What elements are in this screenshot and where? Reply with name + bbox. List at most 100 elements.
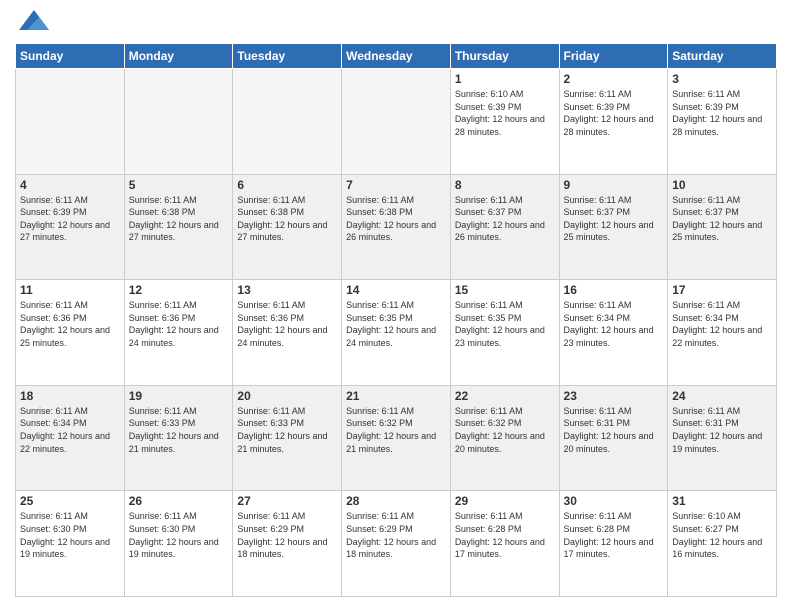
day-number: 8 (455, 178, 555, 192)
calendar-header-monday: Monday (124, 44, 233, 69)
day-info: Sunrise: 6:11 AMSunset: 6:33 PMDaylight:… (237, 405, 337, 455)
calendar-week-row: 1 Sunrise: 6:10 AMSunset: 6:39 PMDaylight… (16, 69, 777, 175)
day-number: 31 (672, 494, 772, 508)
day-info: Sunrise: 6:11 AMSunset: 6:31 PMDaylight:… (672, 405, 772, 455)
calendar-day-cell: 30 Sunrise: 6:11 AMSunset: 6:28 PMDayligh… (559, 491, 668, 597)
calendar-week-row: 18 Sunrise: 6:11 AMSunset: 6:34 PMDayligh… (16, 385, 777, 491)
day-info: Sunrise: 6:11 AMSunset: 6:36 PMDaylight:… (20, 299, 120, 349)
day-info: Sunrise: 6:11 AMSunset: 6:36 PMDaylight:… (237, 299, 337, 349)
page: SundayMondayTuesdayWednesdayThursdayFrid… (0, 0, 792, 612)
calendar-day-cell: 1 Sunrise: 6:10 AMSunset: 6:39 PMDaylight… (450, 69, 559, 175)
day-number: 10 (672, 178, 772, 192)
day-number: 19 (129, 389, 229, 403)
day-number: 30 (564, 494, 664, 508)
calendar-day-cell: 11 Sunrise: 6:11 AMSunset: 6:36 PMDayligh… (16, 280, 125, 386)
calendar-day-cell: 9 Sunrise: 6:11 AMSunset: 6:37 PMDaylight… (559, 174, 668, 280)
day-info: Sunrise: 6:11 AMSunset: 6:29 PMDaylight:… (346, 510, 446, 560)
day-number: 12 (129, 283, 229, 297)
calendar-table: SundayMondayTuesdayWednesdayThursdayFrid… (15, 43, 777, 597)
day-info: Sunrise: 6:11 AMSunset: 6:39 PMDaylight:… (672, 88, 772, 138)
day-number: 18 (20, 389, 120, 403)
calendar-day-cell: 23 Sunrise: 6:11 AMSunset: 6:31 PMDayligh… (559, 385, 668, 491)
calendar-day-cell (233, 69, 342, 175)
calendar-day-cell (342, 69, 451, 175)
calendar-header-sunday: Sunday (16, 44, 125, 69)
day-number: 29 (455, 494, 555, 508)
calendar-header-friday: Friday (559, 44, 668, 69)
calendar-day-cell: 18 Sunrise: 6:11 AMSunset: 6:34 PMDayligh… (16, 385, 125, 491)
calendar-day-cell: 24 Sunrise: 6:11 AMSunset: 6:31 PMDayligh… (668, 385, 777, 491)
day-number: 21 (346, 389, 446, 403)
day-info: Sunrise: 6:11 AMSunset: 6:32 PMDaylight:… (346, 405, 446, 455)
day-info: Sunrise: 6:11 AMSunset: 6:39 PMDaylight:… (20, 194, 120, 244)
calendar-day-cell: 20 Sunrise: 6:11 AMSunset: 6:33 PMDayligh… (233, 385, 342, 491)
day-number: 5 (129, 178, 229, 192)
calendar-day-cell: 29 Sunrise: 6:11 AMSunset: 6:28 PMDayligh… (450, 491, 559, 597)
day-info: Sunrise: 6:11 AMSunset: 6:37 PMDaylight:… (672, 194, 772, 244)
day-number: 1 (455, 72, 555, 86)
day-number: 25 (20, 494, 120, 508)
calendar-day-cell: 15Sunrise: 6:11 AMSunset: 6:35 PMDayligh… (450, 280, 559, 386)
calendar-day-cell: 13 Sunrise: 6:11 AMSunset: 6:36 PMDayligh… (233, 280, 342, 386)
day-info: Sunrise: 6:11 AMSunset: 6:36 PMDaylight:… (129, 299, 229, 349)
day-number: 14 (346, 283, 446, 297)
day-number: 6 (237, 178, 337, 192)
calendar-day-cell: 4 Sunrise: 6:11 AMSunset: 6:39 PMDaylight… (16, 174, 125, 280)
day-info: Sunrise: 6:11 AMSunset: 6:30 PMDaylight:… (129, 510, 229, 560)
day-info: Sunrise: 6:11 AMSunset: 6:30 PMDaylight:… (20, 510, 120, 560)
calendar-day-cell: 10 Sunrise: 6:11 AMSunset: 6:37 PMDayligh… (668, 174, 777, 280)
calendar-day-cell: 2Sunrise: 6:11 AMSunset: 6:39 PMDaylight… (559, 69, 668, 175)
day-info: Sunrise: 6:10 AMSunset: 6:39 PMDaylight:… (455, 88, 555, 138)
day-info: Sunrise: 6:11 AMSunset: 6:29 PMDaylight:… (237, 510, 337, 560)
calendar-day-cell (16, 69, 125, 175)
day-number: 24 (672, 389, 772, 403)
calendar-day-cell: 26 Sunrise: 6:11 AMSunset: 6:30 PMDayligh… (124, 491, 233, 597)
calendar-day-cell: 8 Sunrise: 6:11 AMSunset: 6:37 PMDaylight… (450, 174, 559, 280)
calendar-day-cell: 3 Sunrise: 6:11 AMSunset: 6:39 PMDaylight… (668, 69, 777, 175)
day-info: Sunrise: 6:11 AMSunset: 6:39 PMDaylight:… (564, 88, 664, 138)
day-info: Sunrise: 6:11 AMSunset: 6:35 PMDaylight:… (346, 299, 446, 349)
calendar-week-row: 25 Sunrise: 6:11 AMSunset: 6:30 PMDayligh… (16, 491, 777, 597)
calendar-day-cell: 27Sunrise: 6:11 AMSunset: 6:29 PMDayligh… (233, 491, 342, 597)
logo-icon (19, 5, 49, 35)
day-info: Sunrise: 6:11 AMSunset: 6:38 PMDaylight:… (237, 194, 337, 244)
calendar-week-row: 4 Sunrise: 6:11 AMSunset: 6:39 PMDaylight… (16, 174, 777, 280)
day-info: Sunrise: 6:11 AMSunset: 6:34 PMDaylight:… (672, 299, 772, 349)
calendar-day-cell: 25 Sunrise: 6:11 AMSunset: 6:30 PMDayligh… (16, 491, 125, 597)
calendar-day-cell: 12 Sunrise: 6:11 AMSunset: 6:36 PMDayligh… (124, 280, 233, 386)
calendar-header-wednesday: Wednesday (342, 44, 451, 69)
day-number: 26 (129, 494, 229, 508)
calendar-header-thursday: Thursday (450, 44, 559, 69)
day-number: 3 (672, 72, 772, 86)
day-info: Sunrise: 6:11 AMSunset: 6:34 PMDaylight:… (564, 299, 664, 349)
day-info: Sunrise: 6:11 AMSunset: 6:37 PMDaylight:… (455, 194, 555, 244)
calendar-day-cell: 28 Sunrise: 6:11 AMSunset: 6:29 PMDayligh… (342, 491, 451, 597)
day-info: Sunrise: 6:11 AMSunset: 6:34 PMDaylight:… (20, 405, 120, 455)
day-number: 9 (564, 178, 664, 192)
day-info: Sunrise: 6:11 AMSunset: 6:35 PMDaylight:… (455, 299, 555, 349)
day-info: Sunrise: 6:11 AMSunset: 6:37 PMDaylight:… (564, 194, 664, 244)
day-number: 28 (346, 494, 446, 508)
calendar-day-cell: 14 Sunrise: 6:11 AMSunset: 6:35 PMDayligh… (342, 280, 451, 386)
day-number: 13 (237, 283, 337, 297)
day-info: Sunrise: 6:11 AMSunset: 6:28 PMDaylight:… (564, 510, 664, 560)
logo (15, 10, 49, 35)
day-info: Sunrise: 6:11 AMSunset: 6:28 PMDaylight:… (455, 510, 555, 560)
day-number: 20 (237, 389, 337, 403)
day-number: 23 (564, 389, 664, 403)
calendar-day-cell: 31 Sunrise: 6:10 AMSunset: 6:27 PMDayligh… (668, 491, 777, 597)
day-number: 11 (20, 283, 120, 297)
calendar-week-row: 11 Sunrise: 6:11 AMSunset: 6:36 PMDayligh… (16, 280, 777, 386)
calendar-day-cell: 17Sunrise: 6:11 AMSunset: 6:34 PMDayligh… (668, 280, 777, 386)
day-info: Sunrise: 6:10 AMSunset: 6:27 PMDaylight:… (672, 510, 772, 560)
calendar-day-cell: 7Sunrise: 6:11 AMSunset: 6:38 PMDaylight… (342, 174, 451, 280)
day-number: 7 (346, 178, 446, 192)
calendar-header-row: SundayMondayTuesdayWednesdayThursdayFrid… (16, 44, 777, 69)
day-number: 22 (455, 389, 555, 403)
calendar-day-cell: 19 Sunrise: 6:11 AMSunset: 6:33 PMDayligh… (124, 385, 233, 491)
day-info: Sunrise: 6:11 AMSunset: 6:38 PMDaylight:… (129, 194, 229, 244)
day-info: Sunrise: 6:11 AMSunset: 6:31 PMDaylight:… (564, 405, 664, 455)
day-info: Sunrise: 6:11 AMSunset: 6:33 PMDaylight:… (129, 405, 229, 455)
calendar-header-saturday: Saturday (668, 44, 777, 69)
day-number: 4 (20, 178, 120, 192)
